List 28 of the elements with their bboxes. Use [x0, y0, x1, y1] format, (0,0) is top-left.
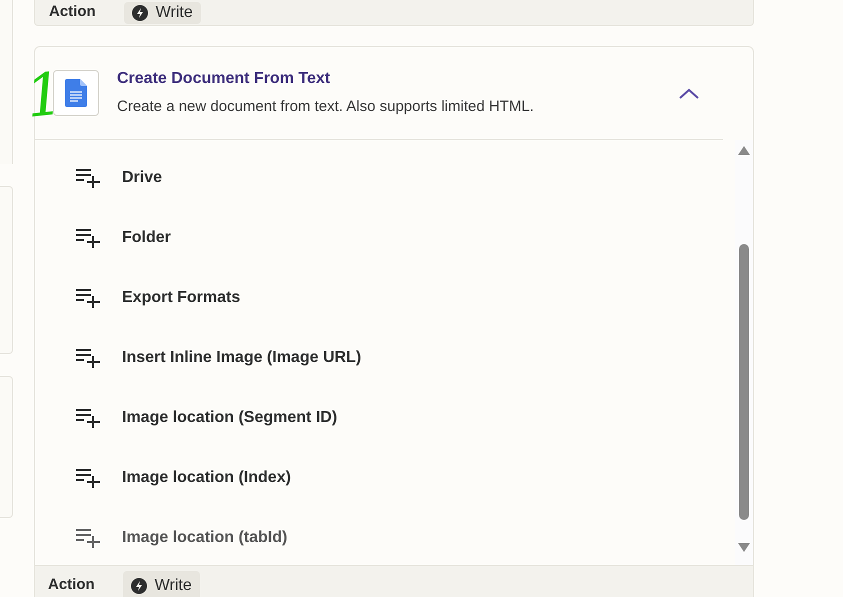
scroll-up-icon[interactable]: [738, 146, 750, 155]
write-badge: Write: [124, 2, 201, 24]
scroll-down-icon[interactable]: [738, 543, 750, 552]
add-list-icon: [76, 228, 100, 248]
add-list-icon: [76, 288, 100, 308]
add-list-icon: [76, 348, 100, 368]
field-label[interactable]: Image location (Segment ID): [122, 406, 338, 430]
step-title: Create Document From Text: [117, 69, 332, 90]
add-list-icon: [76, 168, 100, 188]
add-list-icon: [76, 408, 100, 428]
write-badge: Write: [122, 570, 200, 597]
lightning-icon: [130, 578, 147, 594]
chevron-up-icon: [679, 88, 699, 98]
add-list-icon: [76, 528, 100, 548]
field-label[interactable]: Image location (tabId): [122, 526, 288, 550]
field-label[interactable]: Folder: [122, 226, 171, 250]
action-label: Action: [49, 2, 96, 22]
field-label[interactable]: Drive: [122, 166, 162, 190]
lightning-icon: [132, 4, 148, 20]
step-description: Create a new document from text. Also supports limited HTML.: [117, 97, 534, 118]
scroll-thumb[interactable]: [739, 244, 749, 520]
field-label[interactable]: Image location (Index): [122, 466, 291, 490]
field-label[interactable]: Insert Inline Image (Image URL): [122, 346, 362, 370]
handwritten-annotation: 1: [23, 64, 66, 126]
document-app-icon: [53, 70, 99, 116]
add-list-icon: [76, 468, 100, 488]
field-label[interactable]: Export Formats: [122, 286, 240, 310]
action-label: Action: [48, 575, 95, 596]
